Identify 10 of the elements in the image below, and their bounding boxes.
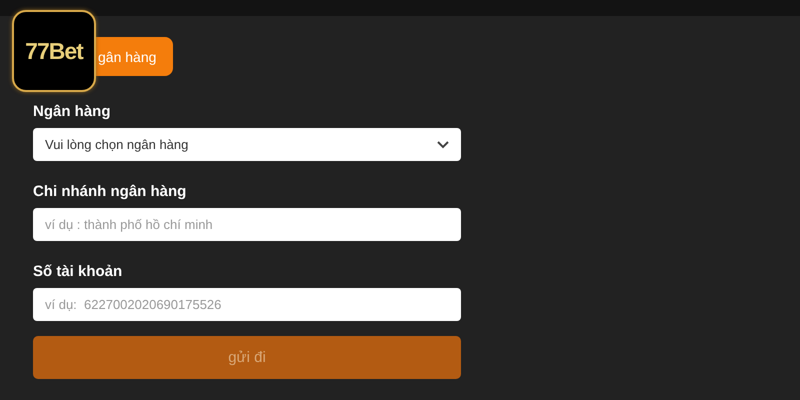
select-placeholder: Vui lòng chọn ngân hàng xyxy=(45,137,188,152)
field-label: Ngân hàng xyxy=(33,103,112,120)
input-field[interactable]: ví dụ : thành phố hồ chí minh xyxy=(33,208,461,241)
tab[interactable]: gân hàng xyxy=(96,37,174,76)
logo: 77Bet xyxy=(12,10,96,92)
field-label: Chi nhánh ngân hàng xyxy=(33,183,188,200)
chevron-down-icon xyxy=(437,140,449,148)
input-field[interactable]: ví dụ: 6227002020690175526 xyxy=(33,288,461,321)
select-field[interactable]: Vui lòng chọn ngân hàng xyxy=(33,128,461,161)
field-label: Số tài khoản xyxy=(33,263,124,280)
